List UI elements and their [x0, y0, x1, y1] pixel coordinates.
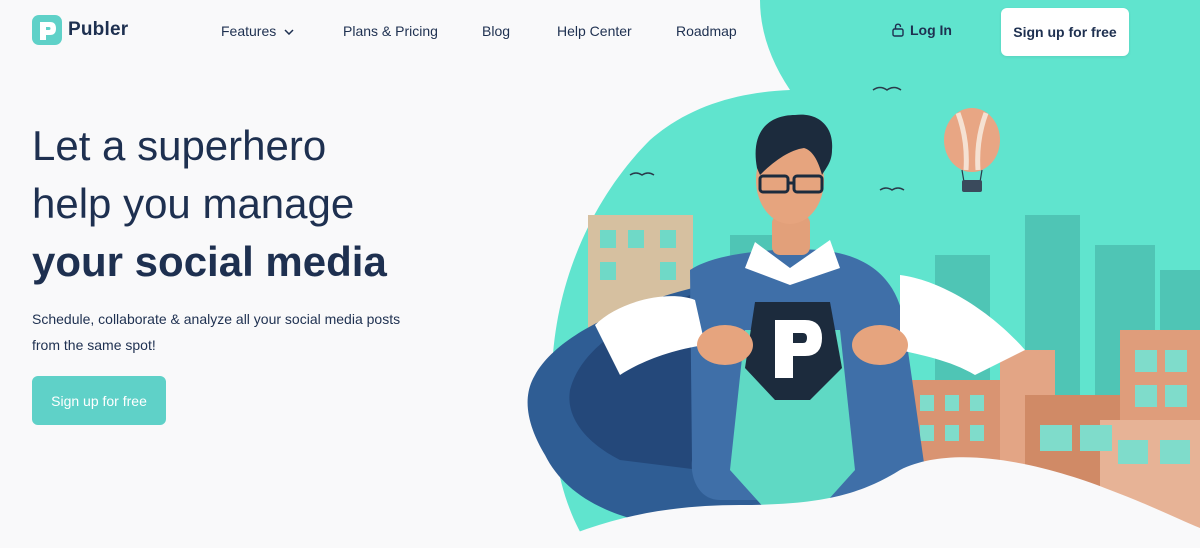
- nav-item-blog[interactable]: Blog: [482, 23, 510, 39]
- nav-item-help-center[interactable]: Help Center: [557, 23, 632, 39]
- login-label: Log In: [910, 22, 952, 38]
- nav-item-roadmap[interactable]: Roadmap: [676, 23, 737, 39]
- nav-item-plans-pricing[interactable]: Plans & Pricing: [343, 23, 438, 39]
- headline-line-3: your social media: [32, 238, 387, 285]
- login-link[interactable]: Log In: [892, 22, 952, 38]
- headline-line-1: Let a superhero: [32, 122, 327, 169]
- signup-button-header[interactable]: Sign up for free: [1001, 8, 1129, 56]
- hero-subtext: Schedule, collaborate & analyze all your…: [32, 311, 401, 353]
- nav-item-label: Features: [221, 23, 277, 39]
- brand-name: Publer: [68, 19, 129, 40]
- signup-button-hero[interactable]: Sign up for free: [32, 376, 166, 425]
- publer-logo[interactable]: Publer: [32, 15, 128, 45]
- top-navigation-bar: Publer Features Plans & Pricing Blog Hel…: [0, 0, 1200, 64]
- headline-line-2: help you manage: [32, 180, 355, 227]
- nav-item-features[interactable]: Features: [221, 23, 294, 39]
- chevron-down-icon: [284, 29, 294, 36]
- publer-p-logo-icon: [32, 15, 62, 45]
- lock-icon: [892, 23, 904, 37]
- hero-headline: Let a superhero help you manage your soc…: [32, 117, 387, 291]
